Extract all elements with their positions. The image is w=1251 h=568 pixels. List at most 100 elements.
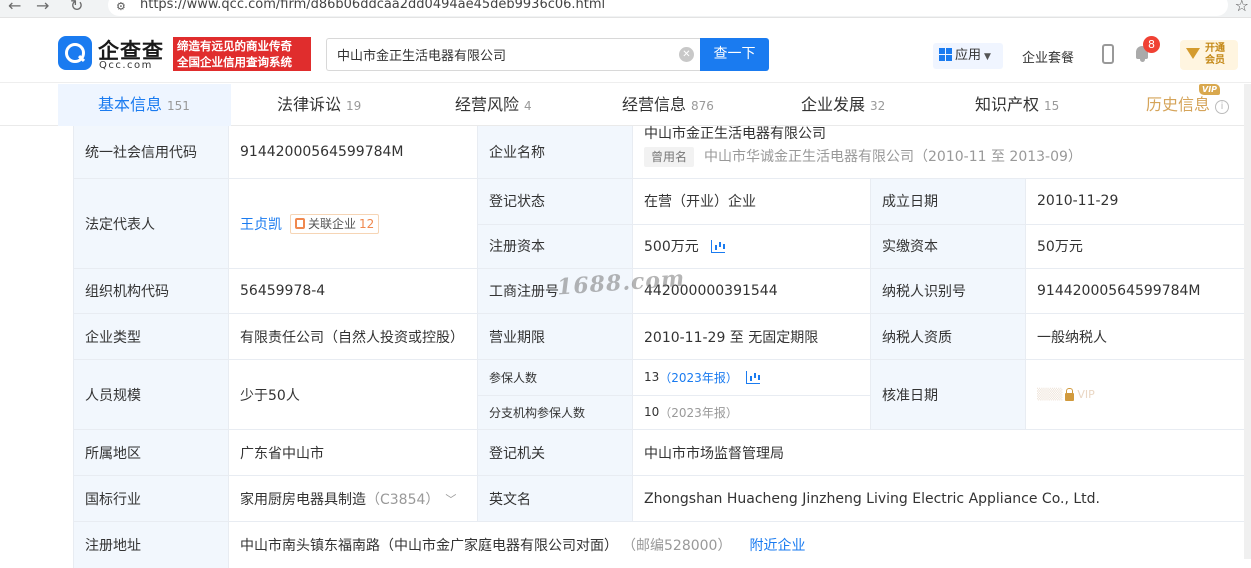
tab-label: 经营风险 [455, 95, 520, 114]
legal-rep-link[interactable]: 王贞凯 [240, 214, 282, 234]
package-link[interactable]: 企业套餐 [1022, 47, 1074, 66]
tab-label: 企业发展 [801, 95, 866, 114]
url-text[interactable]: https://www.qcc.com/firm/d86b06ddcaa2dd0… [140, 0, 605, 12]
search-box: ✕ [326, 38, 700, 71]
tab-label: 知识产权 [975, 95, 1040, 114]
tab-operation[interactable]: 经营信息 876 [622, 84, 714, 126]
split-label-cell: 登记状态 注册资本 [477, 179, 632, 268]
slogan-line-2: 全国企业信用查询系统 [177, 55, 292, 69]
qcc-logo[interactable]: 企查查 Qcc.com [58, 36, 173, 72]
taxpayer-id-value: 91442000564599784M [1025, 269, 1251, 313]
bookmark-star-icon[interactable]: ☆ [1235, 0, 1249, 15]
reg-capital-row: 500万元 [633, 223, 870, 269]
english-name-label: 英文名 [477, 476, 632, 521]
reg-authority-value: 中山市市场监督管理局 [632, 430, 1251, 475]
address-cell: 中山市南头镇东福南路（中山市金广家庭电器有限公司对面） （邮编528000） 附近企… [228, 522, 1251, 568]
credit-code-value: 91442000564599784M [228, 126, 477, 178]
reg-authority-label: 登记机关 [477, 430, 632, 475]
table-row: 组织机构代码 56459978-4 工商注册号 442000000391544 … [73, 269, 1251, 314]
biz-term-value: 2010-11-29 至 无固定期限 [632, 314, 870, 359]
founded-label: 成立日期 [882, 194, 938, 211]
tab-label: 基本信息 [98, 95, 163, 114]
table-row: 注册地址 中山市南头镇东福南路（中山市金广家庭电器有限公司对面） （邮编52800… [73, 522, 1251, 568]
reload-icon[interactable]: ↻ [70, 0, 83, 15]
related-count: 12 [359, 216, 375, 231]
taxpayer-id-label: 纳税人识别号 [870, 269, 1025, 313]
reg-capital-label: 注册资本 [478, 223, 632, 269]
paid-capital-label: 实缴资本 [871, 223, 1025, 269]
reg-status-value: 在营（开业）企业 [644, 194, 756, 211]
table-row: 统一社会信用代码 91442000564599784M 企业名称 中山市金正生活… [73, 126, 1251, 179]
phone-icon[interactable] [1102, 44, 1114, 64]
tab-label: 经营信息 [622, 95, 687, 114]
vip-line-1: 开通 [1205, 43, 1225, 54]
app-menu-label: 应用 [955, 48, 982, 63]
caret-down-icon: ▼ [984, 52, 991, 62]
related-company-badge[interactable]: 关联企业 12 [290, 213, 380, 234]
insured-count: 13 [644, 370, 660, 385]
tab-count: 4 [524, 99, 532, 113]
industry-label: 国标行业 [73, 476, 228, 521]
logo-magnifier-icon [58, 36, 92, 70]
taxpayer-qual-label: 纳税人资质 [870, 314, 1025, 359]
biz-reg-no-label: 工商注册号 [477, 269, 632, 313]
insured-year-link[interactable]: （2023年报） [659, 369, 738, 386]
vip-lock-label: VIP [1077, 388, 1095, 401]
legal-rep-label: 法定代表人 [73, 179, 228, 268]
founded-value: 2010-11-29 [1037, 193, 1119, 210]
tab-count: 32 [870, 99, 886, 113]
info-icon[interactable]: i [1215, 100, 1230, 114]
split-value-cell: 13 （2023年报） 10 （2023年报） [632, 360, 870, 429]
open-vip-button[interactable]: 开通 会员 [1180, 40, 1238, 70]
search-input[interactable] [327, 39, 672, 70]
org-code-value: 56459978-4 [228, 269, 477, 313]
table-row: 企业类型 有限责任公司（自然人投资或控股） 营业期限 2010-11-29 至 … [73, 314, 1251, 360]
approval-date-locked[interactable]: ▒▒▒ VIP [1025, 360, 1251, 429]
tab-basic-info[interactable]: 基本信息 151 [58, 84, 231, 126]
nearby-companies-link[interactable]: 附近企业 [749, 535, 805, 555]
approval-date-label: 核准日期 [870, 360, 1025, 429]
app-menu-button[interactable]: 应用 ▼ [933, 43, 1003, 69]
company-name-label: 企业名称 [477, 126, 632, 178]
tab-label: 法律诉讼 [277, 95, 342, 114]
tab-count: 19 [346, 99, 362, 113]
branch-insured-count: 10 [644, 405, 660, 420]
address-value: 中山市南头镇东福南路（中山市金广家庭电器有限公司对面） [240, 538, 618, 554]
region-value: 广东省中山市 [228, 430, 477, 475]
slogan-banner: 缔造有远见的商业传奇 全国企业信用查询系统 [173, 37, 311, 71]
branch-insured-label: 分支机构参保人数 [478, 394, 632, 430]
vip-crown-icon [1186, 48, 1200, 60]
page-scrollbar[interactable] [1244, 84, 1251, 559]
tab-risk[interactable]: 经营风险 4 [455, 84, 532, 126]
region-label: 所属地区 [73, 430, 228, 475]
staff-size-value: 少于50人 [228, 360, 477, 429]
blurred-text: ▒▒▒ [1037, 388, 1063, 401]
site-info-icon[interactable]: ⚙ [116, 0, 126, 13]
forward-arrow-icon[interactable]: → [36, 0, 49, 15]
postcode: （邮编528000） [622, 538, 732, 554]
former-name-row: 曾用名 中山市华诚金正生活电器有限公司（2010-11 至 2013-09） [644, 146, 1082, 167]
chart-icon[interactable] [710, 239, 725, 253]
tab-ip[interactable]: 知识产权 15 [975, 84, 1059, 126]
tab-count: 151 [167, 99, 190, 113]
company-type-label: 企业类型 [73, 314, 228, 359]
tab-development[interactable]: 企业发展 32 [801, 84, 885, 126]
english-name-value: Zhongshan Huacheng Jinzheng Living Elect… [632, 476, 1251, 521]
split-value-cell: 在营（开业）企业 500万元 [632, 179, 870, 268]
split-value-cell: 2010-11-29 50万元 [1025, 179, 1251, 268]
logo-subtext: Qcc.com [99, 60, 153, 71]
chart-icon[interactable] [745, 370, 760, 384]
grid-icon [939, 48, 952, 61]
table-row: 法定代表人 王贞凯 关联企业 12 登记状态 注册资本 在营（开业）企业 500万… [73, 179, 1251, 269]
industry-cell[interactable]: 家用厨房电器具制造 （C3854） ﹀ [228, 476, 477, 521]
clear-icon[interactable]: ✕ [679, 47, 694, 62]
search-button[interactable]: 查一下 [700, 38, 769, 71]
tab-legal[interactable]: 法律诉讼 19 [277, 84, 361, 126]
taxpayer-qual-value: 一般纳税人 [1025, 314, 1251, 359]
org-code-label: 组织机构代码 [73, 269, 228, 313]
industry-value: 家用厨房电器具制造 [240, 491, 366, 508]
back-arrow-icon[interactable]: ← [8, 0, 21, 15]
address-bar[interactable]: ⚙ https://www.qcc.com/firm/d86b06ddcaa2d… [108, 0, 1228, 16]
notification-badge: 8 [1143, 36, 1160, 53]
chevron-down-icon[interactable]: ﹀ [445, 491, 456, 507]
